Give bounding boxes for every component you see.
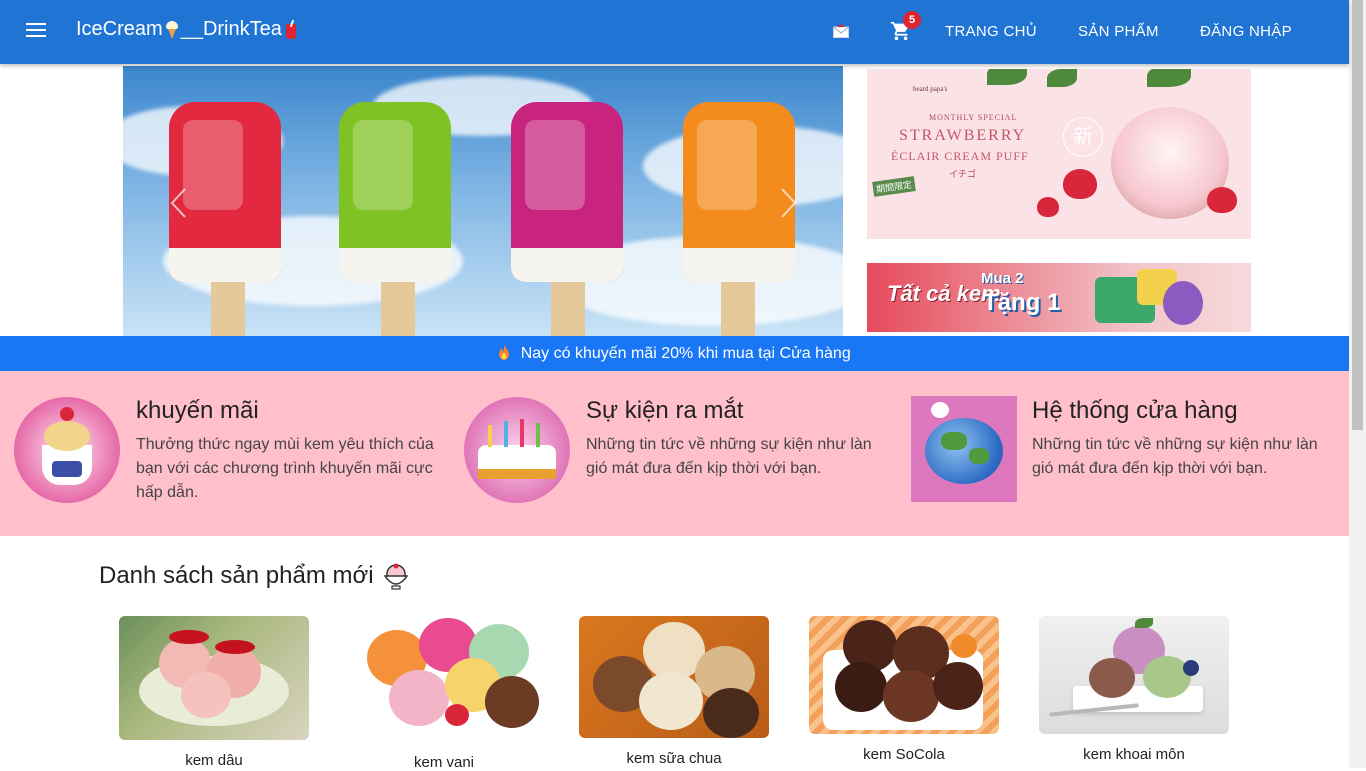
- ad-title: STRAWBERRY: [899, 127, 1027, 144]
- promotion-sundae-image[interactable]: [14, 397, 120, 503]
- promo-text: Nay có khuyến mãi 20% khi mua tại Cửa hà…: [520, 345, 851, 362]
- popsicle-image: [339, 102, 451, 282]
- ad-kanji-badge: 新: [1063, 117, 1103, 157]
- popsicle-image: [511, 102, 623, 282]
- ad-limited-tag: 期間限定: [872, 176, 916, 197]
- product-name[interactable]: kem vani: [349, 754, 539, 771]
- chevron-right-icon[interactable]: [778, 186, 800, 220]
- product-image-chocolate[interactable]: [809, 616, 999, 734]
- product-name[interactable]: kem khoai môn: [1039, 746, 1229, 763]
- ad-subtitle: ÉCLAIR CREAM PUFF: [891, 149, 1029, 163]
- ad-japanese-text: イチゴ: [949, 169, 977, 179]
- ice-cream-cone-icon: [165, 20, 179, 40]
- nav-link-products[interactable]: SẢN PHẨM: [1078, 23, 1159, 40]
- product-card[interactable]: kem khoai môn: [1039, 616, 1229, 763]
- ad2-text-buy2: Mua 2: [981, 270, 1024, 287]
- drink-cup-icon: [284, 19, 298, 40]
- launch-event-cake-image[interactable]: [464, 397, 570, 503]
- ad2-text-get1: Tặng 1: [983, 289, 1061, 316]
- product-image-strawberry[interactable]: [119, 616, 309, 740]
- product-image-taro[interactable]: [1039, 616, 1229, 734]
- ad-brand-text: beard papa's: [913, 85, 948, 93]
- scrollbar-thumb[interactable]: [1352, 0, 1363, 430]
- product-card[interactable]: kem SoCola: [809, 616, 999, 763]
- product-card[interactable]: kem vani: [349, 616, 539, 771]
- brand-text-icecream: IceCream: [76, 18, 163, 40]
- promo-banner: Nay có khuyến mãi 20% khi mua tại Cửa hà…: [0, 336, 1349, 371]
- product-card[interactable]: kem dâu: [119, 616, 309, 769]
- features-section: khuyến mãi Thưởng thức ngay mùi kem yêu …: [0, 371, 1349, 536]
- feature-desc-store-system: Những tin tức về những sự kiện như làn g…: [1032, 436, 1318, 477]
- feature-title-launch-event[interactable]: Sự kiện ra mắt: [586, 397, 743, 425]
- hamburger-menu-icon[interactable]: [26, 23, 46, 41]
- product-image-yogurt[interactable]: [579, 616, 769, 738]
- fire-icon: [499, 344, 510, 360]
- buy-2-get-1-ad-banner[interactable]: Tất cả kem Mua 2 Tặng 1: [867, 263, 1251, 332]
- product-name[interactable]: kem sữa chua: [579, 750, 769, 767]
- ad-line: MONTHLY SPECIAL: [929, 113, 1018, 122]
- brand-text-drinktea: __DrinkTea: [180, 18, 282, 40]
- chevron-left-icon[interactable]: [167, 186, 189, 220]
- feature-title-promotion[interactable]: khuyến mãi: [136, 397, 259, 425]
- top-navbar: IceCream __DrinkTea 5 TRANG CHỦ SẢN PHẨM…: [0, 0, 1349, 64]
- feature-desc-launch-event: Những tin tức về những sự kiện như làn g…: [586, 436, 872, 477]
- page-scrollbar[interactable]: [1349, 0, 1366, 768]
- nav-link-home[interactable]: TRANG CHỦ: [945, 23, 1037, 40]
- hero-carousel[interactable]: [123, 66, 843, 336]
- store-system-globe-image[interactable]: [911, 396, 1017, 502]
- product-card[interactable]: kem sữa chua: [579, 616, 769, 767]
- mail-icon[interactable]: [833, 24, 849, 38]
- brand-logo[interactable]: IceCream __DrinkTea: [76, 18, 298, 41]
- strawberry-eclair-ad-banner[interactable]: beard papa's MONTHLY SPECIAL STRAWBERRY …: [867, 69, 1251, 239]
- feature-title-store-system[interactable]: Hệ thống cửa hàng: [1032, 397, 1238, 425]
- product-image-vanilla[interactable]: [349, 616, 539, 742]
- new-products-heading: Danh sách sản phẩm mới: [99, 562, 410, 590]
- product-name[interactable]: kem dâu: [119, 752, 309, 769]
- feature-desc-promotion: Thưởng thức ngay mùi kem yêu thích của b…: [136, 436, 434, 501]
- new-products-title: Danh sách sản phẩm mới: [99, 562, 374, 589]
- nav-link-login[interactable]: ĐĂNG NHẬP: [1200, 23, 1292, 40]
- product-name[interactable]: kem SoCola: [809, 746, 999, 763]
- cart-count-badge: 5: [903, 11, 921, 29]
- ice-cream-bowl-icon: [383, 563, 408, 590]
